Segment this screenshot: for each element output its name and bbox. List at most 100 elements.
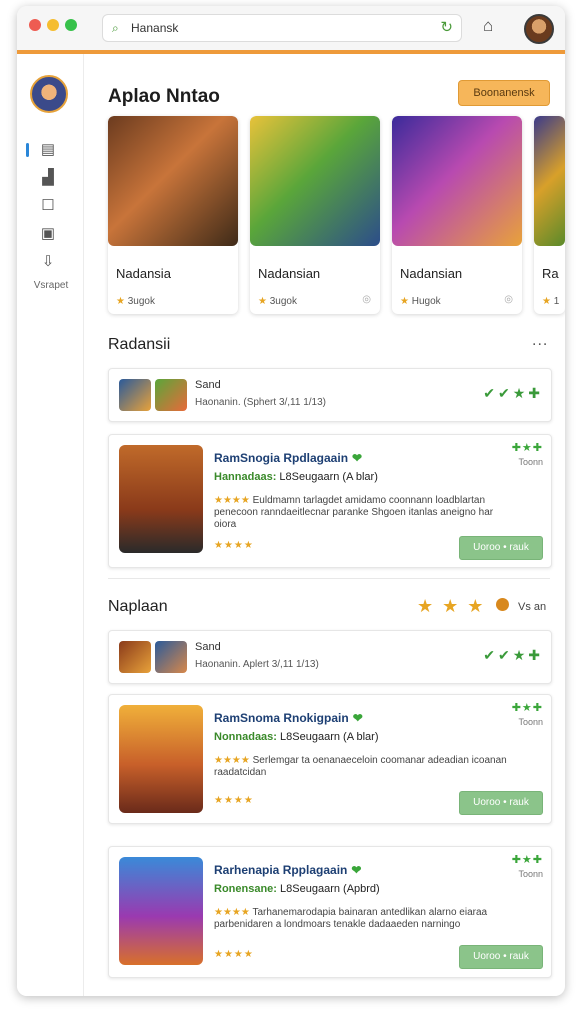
app-description-text: Euldmamn tarlagdet amidamo coonnann load… [214,495,494,530]
app-subtitle: Nonnadaas: L8Seugaarn (A blar) [214,731,378,743]
app-listing[interactable]: RamSnoma Rnokigpain ❤ Nonnadaas: L8Seugaa… [108,694,552,824]
install-button[interactable]: Uoroo • rauk [459,791,543,815]
app-description: ★★★★ Serlemgar ta oenanaeceloin coomanar… [214,755,514,779]
list-item[interactable]: Sand Haonanin. Aplert 3/,11 1/13) ✔✔★✚ [108,630,552,684]
featured-card-meta-text: 3ugok [269,296,297,307]
verified-icon: ❤ [351,863,362,877]
featured-card-meta: ★ 1 [542,296,559,307]
app-thumbnail [119,379,151,411]
featured-card[interactable]: Nadansia ★ 3ugok [108,116,238,314]
store-icon[interactable]: ▟ [37,169,59,187]
app-listing[interactable]: RamSnogia Rpdlagaain ❤ Hannadaas: L8Seuga… [108,434,552,568]
app-subtitle-value: L8Seugaarn (Apbrd) [280,883,380,895]
app-title: Rarhenapia Rpplagaain ❤ [214,863,361,877]
app-thumbnail [119,641,151,673]
window-icon[interactable]: ☐ [37,197,59,215]
app-description: ★★★★ Euldmamn tarlagdet amidamo coonnann… [214,495,514,531]
list-item-title: Sand [195,641,221,653]
home-icon[interactable]: ⌂ [483,16,493,36]
search-icon: ⌕ [112,21,119,35]
coin-icon [496,598,509,611]
featured-card[interactable]: Ra ★ 1 [534,116,565,314]
close-window-button[interactable] [29,19,41,31]
reload-icon[interactable]: ↻ [440,18,453,36]
rating-label: Toonn [518,457,543,467]
star-icon: ★ [400,296,409,307]
minimize-window-button[interactable] [47,19,59,31]
list-item-subtitle: Haonanin. (Sphert 3/,11 1/13) [195,397,327,408]
action-icons[interactable]: ✔✔★✚ [483,385,543,402]
app-title-text: RamSnoma Rnokigpain [214,711,349,725]
app-description-text: Serlemgar ta oenanaeceloin coomanar adea… [214,755,507,778]
list-item[interactable]: Sand Haonanin. (Sphert 3/,11 1/13) ✔✔★✚ [108,368,552,422]
rating-stars-icon: ★★★ [417,596,493,616]
app-description: ★★★★ Tarhanemarodapia bainaran antedlika… [214,907,514,931]
rating-stars-icon: ★★★★ [214,949,254,960]
featured-card-image [108,116,238,246]
maximize-window-button[interactable] [65,19,77,31]
featured-card-meta-text: 3ugok [127,296,155,307]
message-icon[interactable]: ▣ [37,225,59,243]
app-icon-image [119,445,203,553]
profile-avatar[interactable] [524,14,554,44]
rating-stars-icon: ★★★★ [214,795,254,806]
app-subtitle: Ronensane: L8Seugaarn (Apbrd) [214,883,380,895]
verified-icon: ❤ [352,451,363,465]
featured-card-image [534,116,565,246]
address-text: Hanansk [131,21,179,35]
more-options-button[interactable]: ... [532,332,548,350]
browser-titlebar: ⌕ Hanansk ↻ ⌂ [17,6,565,54]
featured-card-title: Nadansian [258,266,321,281]
featured-card-title: Nadansia [116,266,171,281]
install-button[interactable]: Uoroo • rauk [459,536,543,560]
featured-card-image [250,116,380,246]
rating-stars-icon: ★★★★ [214,495,250,506]
section-title: Naplaan [108,598,168,615]
app-thumbnail [155,379,187,411]
download-icon[interactable]: ◎ [504,294,513,305]
featured-card[interactable]: Nadansian ★ 3ugok ◎ [250,116,380,314]
app-title: RamSnogia Rpdlagaain ❤ [214,451,362,465]
sidebar: ▤ ▟ ☐ ▣ ⇩ Vsrapet [17,54,84,996]
star-icon: ★ [116,296,125,307]
list-item-subtitle: Haonanin. Aplert 3/,11 1/13) [195,659,319,670]
rating-icons: ✚★✚ [511,702,543,714]
browser-window: ⌕ Hanansk ↻ ⌂ ▤ ▟ ☐ ▣ ⇩ Vsrapet Aplao Nn… [17,6,565,996]
featured-card-image [392,116,522,246]
download-icon[interactable]: ◎ [362,294,371,305]
featured-card-title: Nadansian [400,266,463,281]
address-bar[interactable]: ⌕ Hanansk ↻ [102,14,462,42]
download-icon[interactable]: ⇩ [37,253,59,271]
main-content: Aplao Nntao Boonanensk Nadansia ★ 3ugok … [84,54,565,996]
rating-label: Vs an [518,601,547,613]
install-button[interactable]: Uoroo • rauk [459,945,543,969]
app-title-text: RamSnogia Rpdlagaain [214,451,349,465]
featured-card-meta-text: Hugok [411,296,441,307]
app-listing[interactable]: Rarhenapia Rpplagaain ❤ Ronensane: L8Seug… [108,846,552,978]
active-indicator [26,143,29,157]
sidebar-label: Vsrapet [33,280,69,291]
app-description-text: Tarhanemarodapia bainaran antedlikan ala… [214,907,488,930]
action-icons[interactable]: ✔✔★✚ [483,647,543,664]
featured-card-title: Ra [542,266,559,281]
featured-card-meta: ★ Hugok [400,296,441,307]
list-item-title: Sand [195,379,221,391]
app-subtitle-value: L8Seugaarn (A blar) [280,731,379,743]
star-icon: ★ [258,296,267,307]
page-title: Aplao Nntao [108,86,220,107]
app-subtitle-value: L8Seugaarn (A blar) [279,471,378,483]
featured-card-meta: ★ 3ugok [116,296,155,307]
rating-icons: ✚★✚ [511,854,543,866]
app-subtitle-label: Hannadaas: [214,471,277,483]
star-icon: ★ [542,296,551,307]
rating-stars-icon: ★★★★ [214,907,250,918]
rating-stars-icon: ★★★★ [214,755,250,766]
verified-icon: ❤ [352,711,363,725]
sidebar-avatar[interactable] [30,75,68,113]
section-title: Radansii [108,336,171,353]
rating-icons: ✚★✚ [511,442,543,454]
header-action-button[interactable]: Boonanensk [458,80,550,106]
featured-card[interactable]: Nadansian ★ Hugok ◎ [392,116,522,314]
app-title: RamSnoma Rnokigpain ❤ [214,711,363,725]
library-icon[interactable]: ▤ [37,141,59,159]
